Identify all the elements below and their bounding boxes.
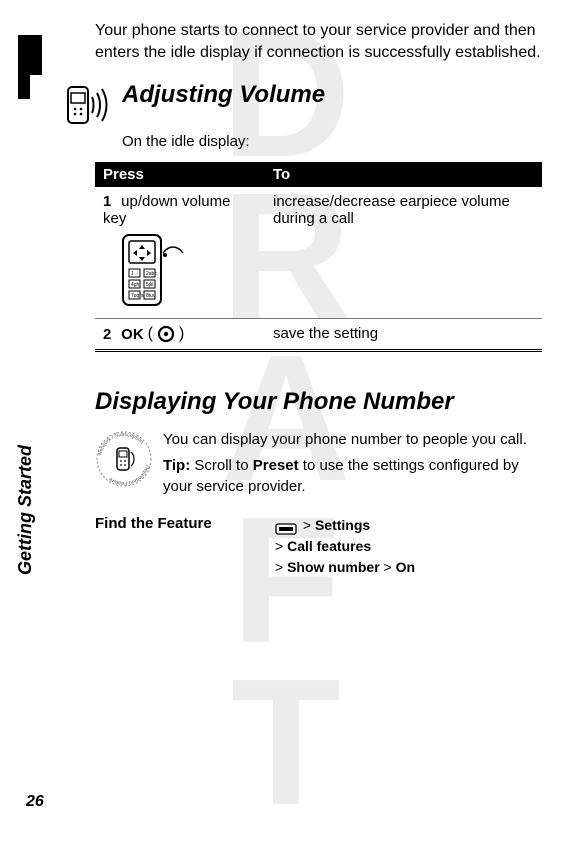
network-feature-icon: Network / Subscription Dependent Feature: [95, 430, 153, 488]
step-number: 1: [103, 193, 117, 210]
svg-text:4ghi: 4ghi: [131, 282, 140, 288]
step-number: 2: [103, 326, 117, 343]
preset-keyword: Preset: [253, 457, 299, 474]
paren-open: (: [148, 325, 153, 343]
table-row: 2 OK ( ) save the setting: [95, 319, 542, 351]
section-tab-label: Getting Started: [15, 445, 36, 575]
svg-text:2abc: 2abc: [146, 271, 157, 277]
menu-item-settings: Settings: [315, 517, 370, 533]
table-row: 1 up/down volume key 1 .- 2abc 4gh: [95, 187, 542, 319]
gt: >: [384, 559, 392, 575]
svg-text:1 .-: 1 .-: [131, 271, 139, 277]
feature-tip: Tip: Scroll to Preset to use the setting…: [163, 456, 542, 497]
to-text: save the setting: [265, 319, 542, 351]
tip-label: Tip:: [163, 457, 190, 474]
intro-paragraph: Your phone starts to connect to your ser…: [95, 20, 542, 63]
ok-key-label: OK: [121, 326, 144, 343]
gt: >: [275, 538, 283, 554]
menu-item-shownumber: Show number: [287, 559, 380, 575]
center-key-icon: [157, 325, 175, 343]
menu-path: > Settings > Call features > Show number…: [275, 515, 415, 578]
section-heading-displaynumber: Displaying Your Phone Number: [95, 388, 542, 416]
svg-text:5jkl: 5jkl: [146, 282, 154, 288]
gt: >: [275, 559, 283, 575]
svg-text:8tuv: 8tuv: [146, 293, 156, 299]
page-content: Getting Started Your phone starts to con…: [0, 0, 582, 837]
tab-marker: [18, 35, 42, 75]
page-number: 26: [26, 793, 44, 811]
to-text: increase/decrease earpiece volume during…: [265, 187, 542, 319]
gt: >: [303, 517, 311, 533]
section-heading-volume: Adjusting Volume: [122, 81, 325, 109]
phone-volume-icon: [60, 81, 110, 129]
press-text: up/down volume key: [103, 193, 230, 227]
tab-marker-small: [18, 74, 30, 99]
find-feature-label: Find the Feature: [95, 515, 275, 578]
col-press: Press: [95, 162, 265, 187]
phone-keypad-icon: 1 .- 2abc 4ghi 5jkl 7pqrs 8tuv: [121, 233, 257, 312]
section-subline: On the idle display:: [122, 133, 542, 150]
menu-item-on: On: [396, 559, 415, 575]
col-to: To: [265, 162, 542, 187]
instruction-table: Press To 1 up/down volume key: [95, 162, 542, 352]
svg-text:7pqrs: 7pqrs: [131, 293, 144, 299]
section-tab: Getting Started: [15, 35, 45, 385]
tip-text1: Scroll to: [190, 457, 253, 474]
feature-paragraph: You can display your phone number to peo…: [163, 430, 542, 450]
paren-close: ): [179, 325, 184, 343]
menu-item-callfeatures: Call features: [287, 538, 371, 554]
menu-key-icon: [275, 520, 297, 532]
